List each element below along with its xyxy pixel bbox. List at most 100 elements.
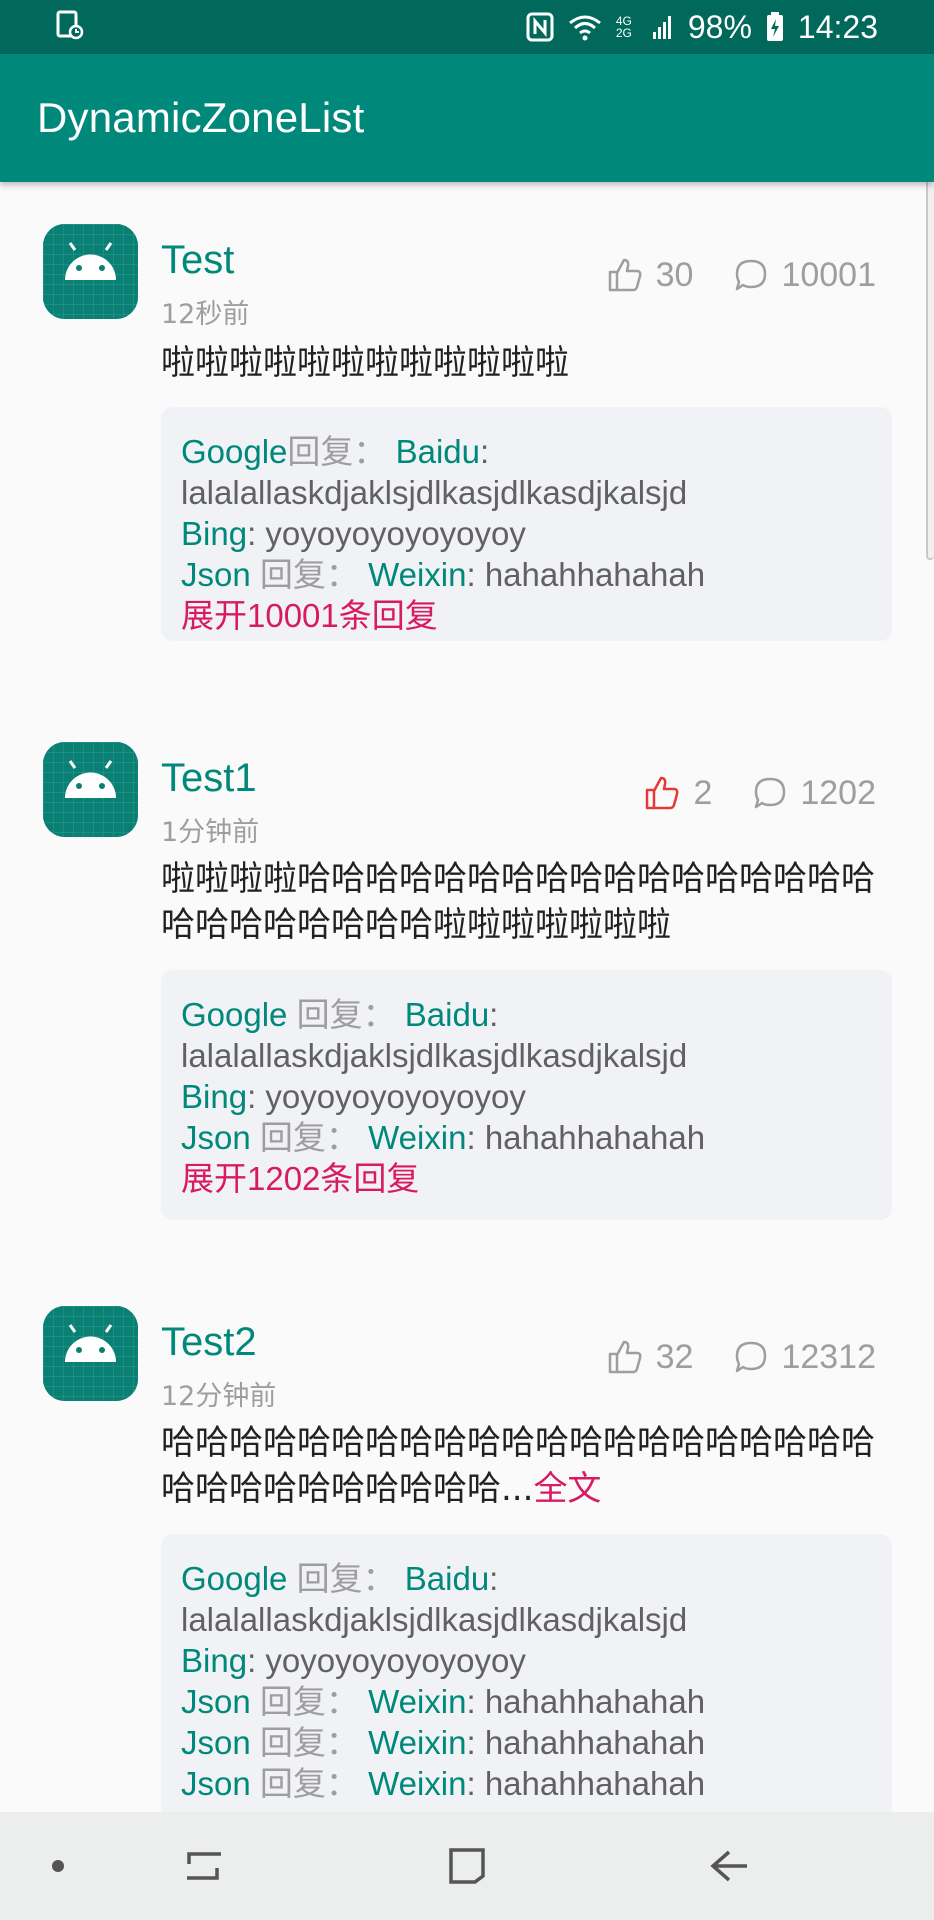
android-icon — [43, 1306, 138, 1401]
reply-row[interactable]: Google 回复： Baidu: lalalallaskdjaklsjdlka… — [181, 1558, 872, 1640]
reply-target[interactable]: Weixin — [368, 1683, 466, 1720]
reply-author[interactable]: Google — [181, 433, 287, 470]
network-label: 4G 2G — [615, 14, 632, 40]
dynamic-list[interactable]: Test 12秒前 30 10001 啦啦啦啦啦啦啦啦啦啦啦啦 Google回复… — [0, 182, 934, 1812]
post-author[interactable]: Test2 — [161, 1320, 257, 1365]
reply-target[interactable]: Baidu — [405, 1560, 489, 1597]
reply-author[interactable]: Json — [181, 1765, 251, 1802]
reply-row[interactable]: Google 回复： Baidu: lalalallaskdjaklsjdlka… — [181, 994, 872, 1076]
reply-row[interactable]: Bing: yoyoyoyoyoyoyoy — [181, 1076, 872, 1117]
screen-record-icon — [56, 10, 84, 45]
reply-row[interactable]: Bing: yoyoyoyoyoyoyoy — [181, 513, 872, 554]
reply-text: hahahhahahah — [484, 1683, 706, 1720]
reply-text: hahahhahahah — [484, 1765, 706, 1802]
back-button[interactable] — [694, 1812, 764, 1920]
post-text: 啦啦啦啦哈哈哈哈哈哈哈哈哈哈哈哈哈哈哈哈哈哈哈哈哈哈哈哈哈啦啦啦啦啦啦啦 — [161, 859, 875, 945]
reply-author[interactable]: Json — [181, 1724, 251, 1761]
comment-icon — [736, 1341, 767, 1373]
reply-word: 回复： — [296, 996, 396, 1033]
avatar[interactable] — [43, 742, 138, 837]
reply-row[interactable]: Json 回复： Weixin: hahahhahahah — [181, 554, 872, 595]
reply-text: lalalallaskdjaklsjdlkasjdlkasdjkalsjd — [181, 1601, 688, 1638]
reply-text: lalalallaskdjaklsjdlkasjdlkasdjkalsjd — [181, 1037, 688, 1074]
reply-author[interactable]: Google — [181, 996, 287, 1033]
reply-row[interactable]: Json 回复： Weixin: hahahhahahah — [181, 1117, 872, 1158]
dot-button[interactable] — [28, 1812, 88, 1920]
like-button[interactable]: 2 — [643, 774, 712, 813]
reply-target[interactable]: Weixin — [368, 1119, 466, 1156]
avatar[interactable] — [43, 1306, 138, 1401]
avatar[interactable] — [43, 224, 138, 319]
reply-author[interactable]: Bing — [181, 1078, 247, 1115]
reply-author[interactable]: Json — [181, 556, 251, 593]
home-button[interactable] — [432, 1812, 502, 1920]
post-item[interactable]: Test1 1分钟前 2 1202 啦啦啦啦哈哈哈哈哈哈哈哈哈哈哈哈哈哈哈哈哈哈… — [0, 700, 934, 1220]
reply-author[interactable]: Bing — [181, 1642, 247, 1679]
reply-box[interactable]: Google 回复： Baidu: lalalallaskdjaklsjdlka… — [161, 970, 892, 1220]
home-icon — [449, 1848, 485, 1884]
screen: 4G 2G 98% 14:23 DynamicZoneList Test 12秒… — [0, 0, 934, 1920]
post-author[interactable]: Test — [161, 238, 234, 283]
post-text: 啦啦啦啦啦啦啦啦啦啦啦啦 — [161, 343, 569, 383]
wifi-icon — [568, 13, 602, 41]
android-icon — [43, 742, 138, 837]
reply-box[interactable]: Google回复： Baidu: lalalallaskdjaklsjdlkas… — [161, 407, 892, 641]
reply-author[interactable]: Json — [181, 1119, 251, 1156]
reply-author[interactable]: Google — [181, 1560, 287, 1597]
reply-text: yoyoyoyoyoyoyoy — [265, 515, 526, 552]
reply-box[interactable]: Google 回复： Baidu: lalalallaskdjaklsjdlka… — [161, 1534, 892, 1812]
recents-icon — [187, 1852, 221, 1880]
thumb-up-icon — [608, 1340, 642, 1374]
expand-replies-link[interactable]: 展开10001条回复 — [181, 595, 872, 636]
post-item[interactable]: Test 12秒前 30 10001 啦啦啦啦啦啦啦啦啦啦啦啦 Google回复… — [0, 182, 934, 662]
comment-icon — [736, 259, 767, 291]
like-button[interactable]: 30 — [606, 256, 693, 295]
reply-row[interactable]: Json 回复： Weixin: hahahhahahah — [181, 1763, 872, 1804]
reply-target[interactable]: Weixin — [368, 1765, 466, 1802]
reply-target[interactable]: Weixin — [368, 556, 466, 593]
app-title: DynamicZoneList — [37, 94, 365, 141]
navigation-bar — [0, 1812, 934, 1920]
comment-button[interactable]: 10001 — [733, 256, 876, 295]
like-count: 32 — [655, 1337, 694, 1376]
reply-author[interactable]: Bing — [181, 515, 247, 552]
scrollbar[interactable] — [926, 150, 934, 560]
comment-count: 12312 — [781, 1337, 876, 1376]
reply-author[interactable]: Json — [181, 1683, 251, 1720]
reply-word: 回复： — [287, 433, 387, 470]
comment-button[interactable]: 12312 — [733, 1338, 876, 1377]
post-time: 12分钟前 — [161, 1381, 277, 1412]
reply-target[interactable]: Weixin — [368, 1724, 466, 1761]
reply-word: 回复： — [259, 556, 359, 593]
reply-text: lalalallaskdjaklsjdlkasjdlkasdjkalsjd — [181, 474, 688, 511]
reply-row[interactable]: Google回复： Baidu: lalalallaskdjaklsjdlkas… — [181, 431, 872, 513]
reply-row[interactable]: Json 回复： Weixin: hahahhahahah — [181, 1681, 872, 1722]
post-actions: 32 12312 — [606, 1332, 876, 1382]
recents-button[interactable] — [170, 1812, 240, 1920]
thumb-up-icon — [608, 258, 642, 292]
post-author[interactable]: Test1 — [161, 756, 257, 801]
reply-target[interactable]: Baidu — [405, 996, 489, 1033]
post-time: 1分钟前 — [161, 817, 260, 848]
battery-charging-icon — [766, 12, 784, 42]
comment-icon — [755, 777, 786, 809]
post-actions: 30 10001 — [606, 250, 876, 300]
full-text-link[interactable]: 全文 — [533, 1469, 601, 1509]
android-icon — [43, 224, 138, 319]
comment-button[interactable]: 1202 — [752, 774, 876, 813]
reply-target[interactable]: Baidu — [396, 433, 480, 470]
reply-word: 回复： — [259, 1683, 359, 1720]
reply-word: 回复： — [259, 1724, 359, 1761]
reply-row[interactable]: Json 回复： Weixin: hahahhahahah — [181, 1722, 872, 1763]
signal-icon — [652, 14, 674, 40]
nfc-icon — [526, 12, 554, 42]
back-icon — [710, 1850, 747, 1882]
post-text: 哈哈哈哈哈哈哈哈哈哈哈哈哈哈哈哈哈哈哈哈哈哈哈哈哈哈哈哈哈哈哈... — [161, 1423, 875, 1509]
reply-row[interactable]: Bing: yoyoyoyoyoyoyoy — [181, 1640, 872, 1681]
comment-count: 1202 — [800, 773, 876, 812]
reply-text: hahahhahahah — [484, 1724, 706, 1761]
post-item[interactable]: Test2 12分钟前 32 12312 哈哈哈哈哈哈哈哈哈哈哈哈哈哈哈哈哈哈哈… — [0, 1264, 934, 1812]
app-bar: DynamicZoneList — [0, 54, 934, 182]
expand-replies-link[interactable]: 展开1202条回复 — [181, 1158, 872, 1199]
like-button[interactable]: 32 — [606, 1337, 694, 1377]
